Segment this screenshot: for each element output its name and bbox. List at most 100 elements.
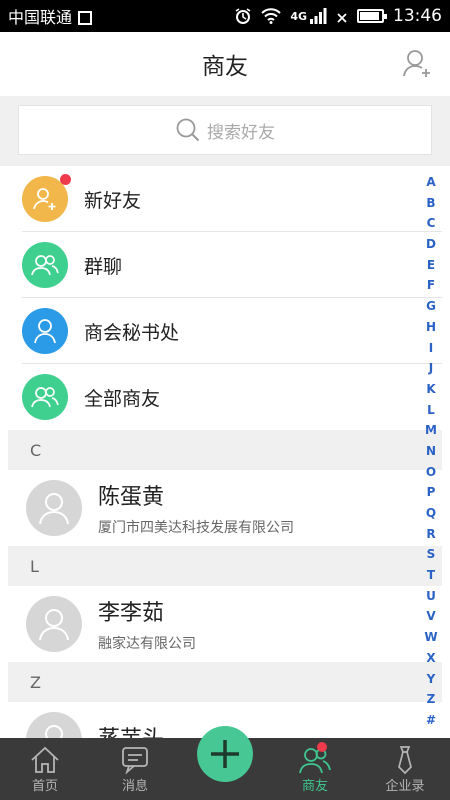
index-letter[interactable]: G xyxy=(426,296,436,317)
search-placeholder: 搜索好友 xyxy=(207,122,275,143)
index-letter[interactable]: O xyxy=(426,462,436,483)
index-letter[interactable]: M xyxy=(425,420,437,441)
app-header: 商友 xyxy=(0,32,450,96)
index-letter[interactable]: U xyxy=(426,586,436,607)
home-icon xyxy=(31,746,59,773)
friend-list: 新好友 群聊 商会秘书处 全部商友 C 陈蛋黄 厦门市四美达科技发展有限公司 L… xyxy=(0,166,450,738)
battery-icon xyxy=(357,9,387,23)
index-letter[interactable]: V xyxy=(426,606,435,627)
index-letter[interactable]: L xyxy=(427,400,435,421)
index-letter[interactable]: X xyxy=(426,648,435,669)
new-friends-avatar xyxy=(22,174,71,222)
person-icon xyxy=(39,609,69,641)
entry-label: 新好友 xyxy=(84,189,142,212)
entry-new-friends[interactable]: 新好友 xyxy=(0,166,450,232)
alphabet-index[interactable]: A B C D E F G H I J K L M N O P Q R S T U V W X Y Z # xyxy=(420,172,442,731)
carrier-name: 中国联通 xyxy=(8,8,73,27)
page-title: 商友 xyxy=(202,54,248,80)
index-letter[interactable]: I xyxy=(429,338,433,359)
add-friend-button[interactable] xyxy=(400,46,434,80)
status-bar: 中国联通 4G 13:46 xyxy=(0,0,450,32)
all-friends-avatar xyxy=(22,374,68,420)
status-icons: 4G 13:46 xyxy=(234,6,442,26)
tab-label: 消息 xyxy=(121,778,148,794)
avatar xyxy=(26,596,82,652)
contact-company: 融家达有限公司 xyxy=(98,636,196,652)
signal-icon: 4G xyxy=(290,8,327,24)
bottom-nav: 首页 消息 商友 企业录 xyxy=(0,726,450,800)
avatar xyxy=(26,480,82,536)
index-letter[interactable]: E xyxy=(427,255,435,276)
index-letter[interactable]: H xyxy=(426,317,436,338)
index-letter[interactable]: K xyxy=(426,379,435,400)
tab-label: 企业录 xyxy=(385,778,425,794)
sim2-icon xyxy=(336,8,348,24)
entry-label: 全部商友 xyxy=(84,387,161,410)
section-header-c: C xyxy=(8,430,442,470)
add-person-icon xyxy=(403,50,430,77)
person-icon xyxy=(34,319,56,344)
publish-button[interactable] xyxy=(197,726,253,782)
contact-name: 李李茹 xyxy=(98,601,165,626)
tie-icon xyxy=(398,745,412,774)
index-letter[interactable]: B xyxy=(426,193,435,214)
index-letter[interactable]: Z xyxy=(427,689,436,710)
group-icon xyxy=(31,387,59,408)
index-letter[interactable]: T xyxy=(427,565,435,586)
search-icon xyxy=(176,118,200,142)
tab-label: 商友 xyxy=(301,778,328,794)
search-input[interactable]: 搜索好友 xyxy=(18,105,432,155)
sim-icon xyxy=(78,11,93,25)
index-letter[interactable]: R xyxy=(426,524,435,545)
contact-name: 蒸芋头 xyxy=(98,721,164,738)
status-time: 13:46 xyxy=(393,6,442,26)
person-icon xyxy=(39,493,69,525)
contact-info: 李李茹 融家达有限公司 xyxy=(98,595,196,653)
secretariat-avatar xyxy=(22,308,68,354)
group-chat-avatar xyxy=(22,242,68,288)
new-friends-badge xyxy=(60,174,71,185)
message-icon xyxy=(122,746,148,774)
index-letter[interactable]: Y xyxy=(427,669,436,690)
plus-icon xyxy=(211,740,239,768)
contact-info: 蒸芋头 xyxy=(98,721,164,738)
index-letter[interactable]: A xyxy=(426,172,435,193)
network-type: 4G xyxy=(290,9,307,23)
index-letter[interactable]: D xyxy=(426,234,436,255)
search-area: 搜索好友 xyxy=(0,96,450,166)
tab-friends[interactable]: 商友 xyxy=(270,738,360,800)
index-letter[interactable]: N xyxy=(426,441,436,462)
index-letter[interactable]: Q xyxy=(426,503,436,524)
alarm-icon xyxy=(234,7,252,25)
contact-row[interactable]: 陈蛋黄 厦门市四美达科技发展有限公司 xyxy=(0,470,450,546)
avatar xyxy=(26,712,82,738)
entry-all-friends[interactable]: 全部商友 xyxy=(0,364,450,430)
tab-messages[interactable]: 消息 xyxy=(90,738,180,800)
index-letter[interactable]: # xyxy=(426,710,436,731)
contact-name: 陈蛋黄 xyxy=(98,485,165,510)
person-icon xyxy=(45,725,63,738)
tab-directory[interactable]: 企业录 xyxy=(360,738,450,800)
group-icon xyxy=(31,255,59,276)
contact-info: 陈蛋黄 厦门市四美达科技发展有限公司 xyxy=(98,479,294,537)
add-person-icon xyxy=(33,188,56,210)
tab-label: 首页 xyxy=(31,778,58,794)
wifi-icon xyxy=(261,8,282,24)
index-letter[interactable]: J xyxy=(429,358,433,379)
tab-publish xyxy=(180,726,270,800)
entry-group-chat[interactable]: 群聊 xyxy=(0,232,450,298)
contact-company: 厦门市四美达科技发展有限公司 xyxy=(98,520,294,536)
contact-row[interactable]: 李李茹 融家达有限公司 xyxy=(0,586,450,662)
section-header-l: L xyxy=(8,546,442,586)
entry-chamber-secretariat[interactable]: 商会秘书处 xyxy=(0,298,450,364)
index-letter[interactable]: S xyxy=(427,544,436,565)
friends-badge xyxy=(316,742,327,752)
entry-label: 群聊 xyxy=(84,255,123,278)
index-letter[interactable]: C xyxy=(427,213,436,234)
entry-label: 商会秘书处 xyxy=(84,321,180,344)
index-letter[interactable]: P xyxy=(427,482,436,503)
section-header-z: Z xyxy=(8,662,442,702)
tab-home[interactable]: 首页 xyxy=(0,738,90,800)
index-letter[interactable]: F xyxy=(427,275,435,296)
index-letter[interactable]: W xyxy=(424,627,437,648)
